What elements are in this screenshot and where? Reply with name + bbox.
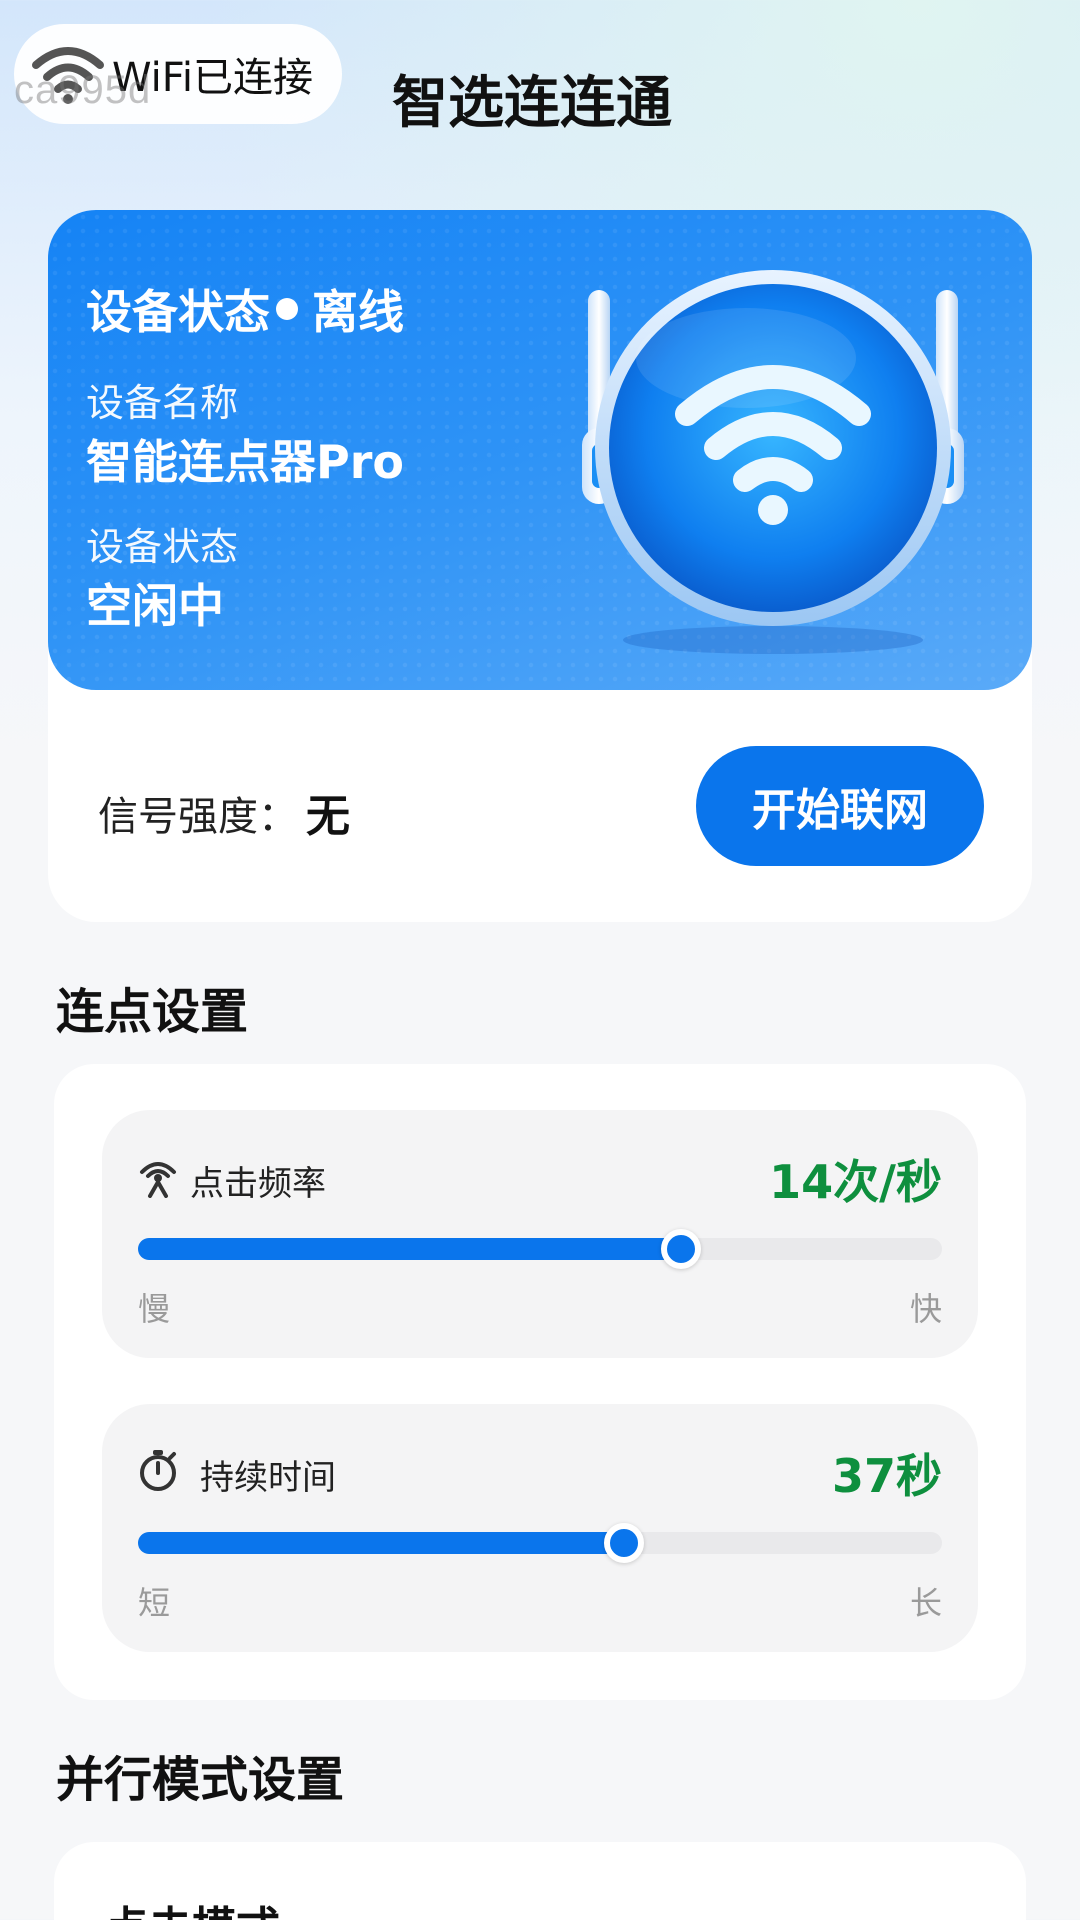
frequency-min-label: 慢 — [138, 1290, 171, 1328]
device-name-label: 设备名称 — [86, 381, 239, 425]
signal-strength-label: 信号强度： — [98, 794, 298, 840]
duration-label: 持续时间 — [200, 1458, 336, 1498]
duration-value: 37秒 — [831, 1449, 942, 1503]
duration-slider[interactable] — [138, 1523, 942, 1563]
frequency-slider[interactable] — [138, 1229, 942, 1269]
device-name-value: 智能连点器Pro — [86, 435, 405, 489]
click-mode-card[interactable]: 点击模式 — [54, 1842, 1026, 1920]
start-connect-button[interactable]: 开始联网 — [696, 746, 984, 866]
click-mode-label: 点击模式 — [104, 1892, 280, 1920]
click-settings-title: 连点设置 — [56, 984, 249, 1040]
frequency-slider-thumb[interactable] — [660, 1229, 701, 1269]
frequency-value: 14次/秒 — [769, 1155, 942, 1209]
status-heading: 设备状态 — [86, 285, 270, 339]
duration-max-label: 长 — [909, 1584, 942, 1622]
frequency-max-label: 快 — [909, 1290, 942, 1328]
frequency-label: 点击频率 — [190, 1164, 326, 1204]
page-title: 智选连连通 — [392, 71, 672, 136]
stopwatch-icon — [140, 1450, 176, 1491]
signal-strength-value: 无 — [306, 791, 350, 842]
duration-min-label: 短 — [138, 1584, 171, 1622]
device-status-line: 设备状态 离线 — [86, 276, 404, 342]
tap-signal-icon — [140, 1162, 176, 1198]
frequency-setting: 点击频率 14次/秒 慢 快 — [102, 1110, 978, 1358]
frequency-slider-fill — [138, 1238, 681, 1260]
parallel-settings-title: 并行模式设置 — [56, 1752, 345, 1808]
watermark-text: ca995d — [14, 68, 152, 112]
router-wifi-icon — [582, 270, 964, 654]
duration-slider-fill — [138, 1532, 625, 1554]
status-value: 离线 — [312, 285, 404, 339]
device-state-label: 设备状态 — [86, 525, 239, 569]
status-dot-icon — [276, 298, 298, 320]
device-state-value: 空闲中 — [86, 579, 224, 633]
duration-setting: 持续时间 37秒 短 长 — [102, 1404, 978, 1652]
duration-slider-thumb[interactable] — [604, 1523, 645, 1563]
